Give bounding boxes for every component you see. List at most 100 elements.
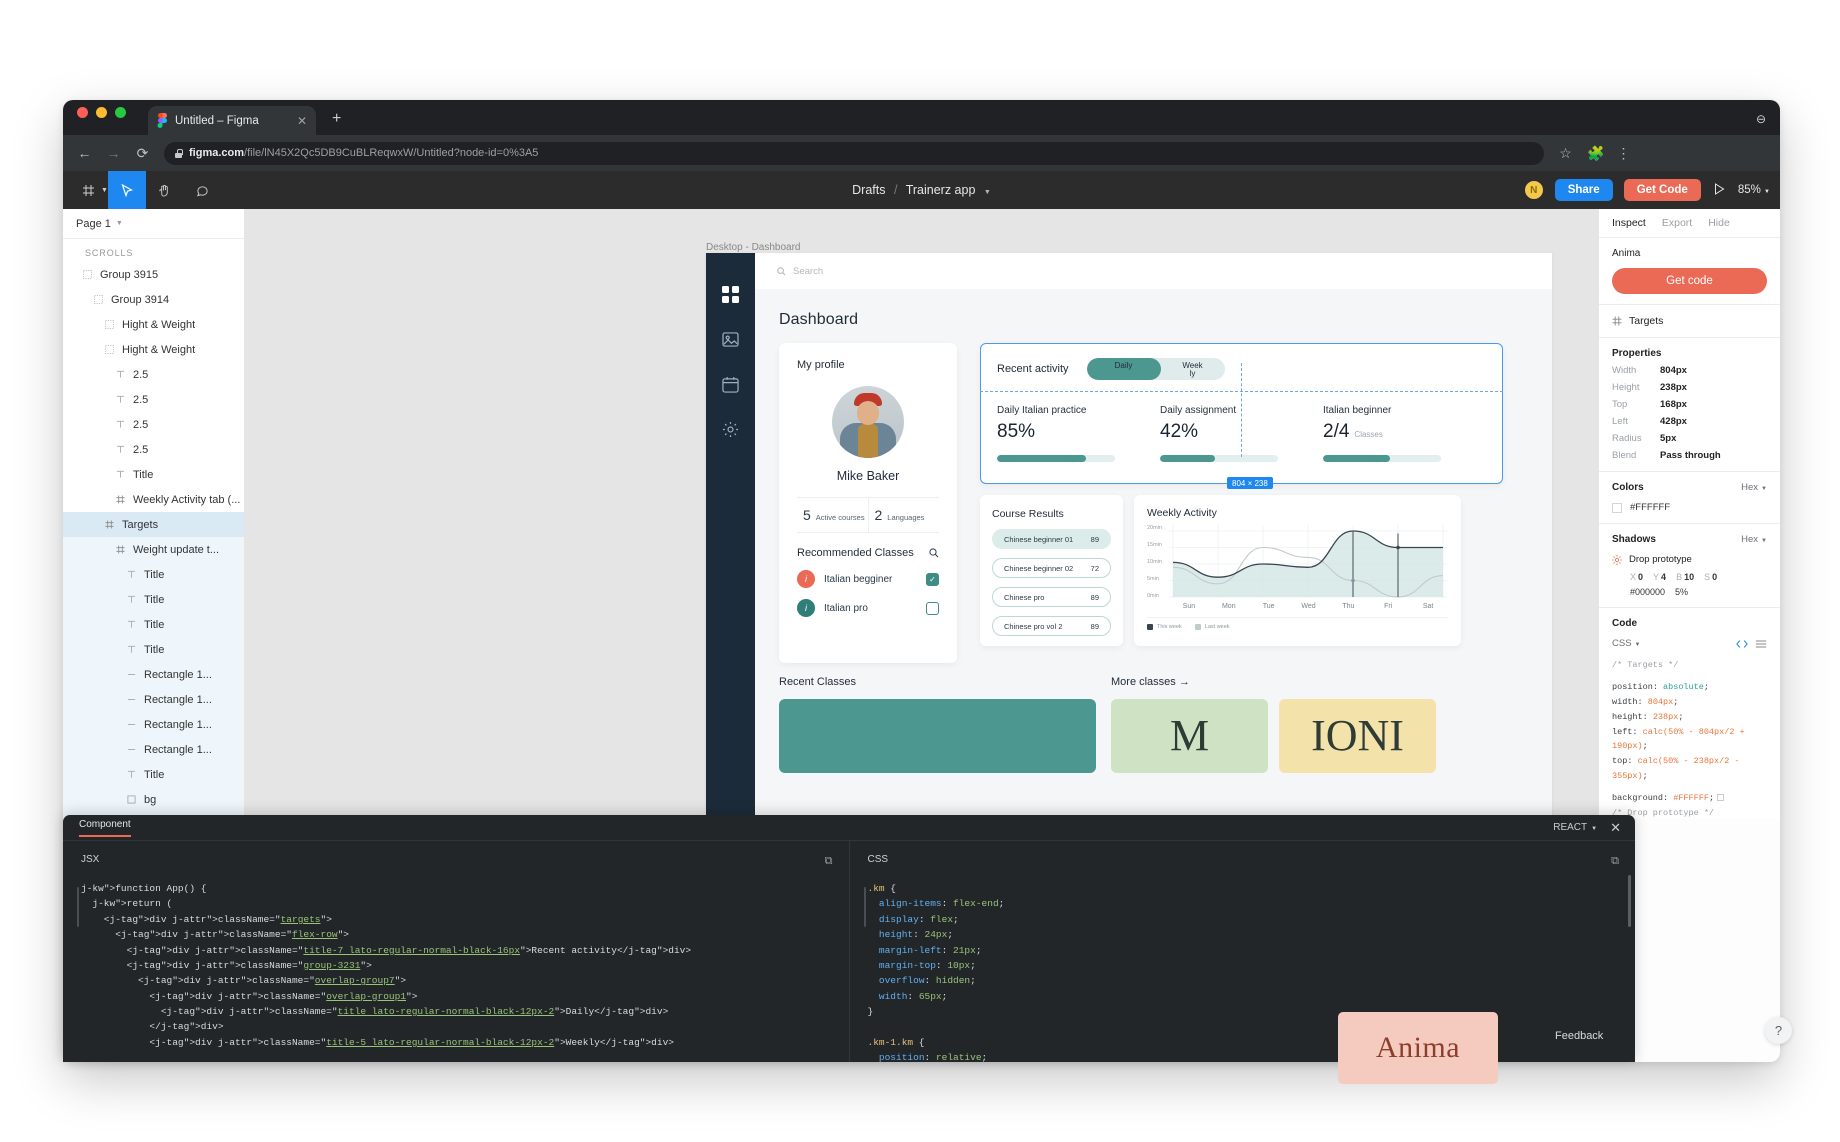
layer-item[interactable]: Targets [63, 512, 244, 537]
layer-item[interactable]: 2.5 [63, 362, 244, 387]
feedback-button[interactable]: Feedback [1555, 1030, 1603, 1042]
maximize-window-button[interactable] [115, 107, 126, 118]
course-result-row[interactable]: Chinese beginner 01 89 [992, 529, 1111, 549]
list-icon[interactable] [1755, 639, 1767, 649]
property-value[interactable]: 238px [1660, 382, 1687, 393]
back-icon[interactable]: ← [77, 145, 92, 161]
minimize-window-button[interactable] [96, 107, 107, 118]
figma-canvas[interactable]: Desktop - Dashboard Search Dashboard My … [245, 209, 1598, 819]
property-value[interactable]: 804px [1660, 365, 1687, 376]
layer-item[interactable]: Title [63, 637, 244, 662]
colors-format-select[interactable]: Hex ▼ [1741, 482, 1767, 493]
chevron-down-icon[interactable]: ▼ [101, 187, 108, 194]
shadows-format-select[interactable]: Hex ▼ [1741, 534, 1767, 545]
code-language-select[interactable]: CSS ▼ [1612, 638, 1641, 649]
browser-menu-icon[interactable]: ⋮ [1616, 145, 1631, 162]
browser-tab[interactable]: Untitled – Figma ✕ [148, 106, 316, 135]
search-input[interactable]: Search [777, 261, 1293, 281]
layer-item[interactable]: 2.5 [63, 387, 244, 412]
layer-item[interactable]: Weekly Activity tab (... [63, 487, 244, 512]
artboard-desktop-dashboard[interactable]: Search Dashboard My profile Mike Baker 5… [706, 253, 1552, 819]
chevron-down-icon[interactable]: ▼ [984, 189, 991, 196]
checkbox-unchecked[interactable] [926, 601, 939, 615]
property-value[interactable]: 168px [1660, 399, 1687, 410]
course-result-row[interactable]: Chinese pro vol 2 89 [992, 616, 1111, 636]
course-result-row[interactable]: Chinese beginner 02 72 [992, 558, 1111, 578]
layer-item[interactable]: Title [63, 762, 244, 787]
forward-icon[interactable]: → [106, 145, 121, 161]
tab-inspect[interactable]: Inspect [1612, 217, 1646, 229]
property-value[interactable]: 428px [1660, 416, 1687, 427]
css-code-block[interactable]: .km { align-items: flex-end; display: fl… [850, 865, 1636, 1062]
close-window-button[interactable] [77, 107, 88, 118]
copy-icon[interactable]: ⧉ [825, 855, 833, 868]
get-code-button[interactable]: Get Code [1623, 179, 1701, 201]
close-icon[interactable]: ✕ [297, 115, 307, 127]
class-thumbnail[interactable] [779, 699, 1096, 773]
layer-item[interactable]: Group 3914 [63, 287, 244, 312]
zoom-level[interactable]: 85% ▼ [1738, 184, 1770, 196]
layer-item[interactable]: Hight & Weight [63, 337, 244, 362]
jsx-code-block[interactable]: j-kw">function App() { j-kw">return ( <j… [63, 865, 849, 1050]
css-code-block[interactable]: /* Targets */ position: absolute; width:… [1612, 658, 1767, 819]
layer-item[interactable]: 2.5 [63, 412, 244, 437]
list-item[interactable]: i Italian pro [797, 599, 939, 617]
reload-icon[interactable]: ⟳ [135, 145, 150, 162]
layer-item[interactable]: Rectangle 1... [63, 737, 244, 762]
calendar-icon[interactable] [721, 375, 740, 394]
scrollbar-thumb[interactable] [1628, 875, 1631, 927]
property-value[interactable]: Pass through [1660, 450, 1721, 461]
new-tab-button[interactable]: + [332, 110, 341, 128]
checkbox-checked[interactable]: ✓ [926, 572, 939, 586]
move-tool-button[interactable] [107, 171, 146, 209]
layer-item[interactable]: Rectangle 1... [63, 662, 244, 687]
get-code-button[interactable]: Get code [1612, 268, 1767, 294]
copy-icon[interactable]: ⧉ [1611, 855, 1619, 868]
layer-item[interactable]: Rectangle 1... [63, 712, 244, 737]
layer-item[interactable]: Hight & Weight [63, 312, 244, 337]
course-result-row[interactable]: Chinese pro 89 [992, 587, 1111, 607]
more-classes-link[interactable]: More classes → [1111, 676, 1190, 688]
class-thumbnail[interactable]: M [1111, 699, 1268, 773]
layer-item[interactable]: 2.5 [63, 437, 244, 462]
layer-item[interactable]: Title [63, 562, 244, 587]
hand-tool-button[interactable] [146, 171, 184, 209]
layer-item[interactable]: Group 3915 [63, 262, 244, 287]
comment-tool-button[interactable] [184, 171, 222, 209]
framework-select[interactable]: REACT ▼ [1553, 822, 1597, 833]
class-thumbnail[interactable]: IONI [1279, 699, 1436, 773]
breadcrumb-file[interactable]: Trainerz app [906, 183, 976, 197]
search-icon[interactable] [929, 548, 939, 558]
url-bar[interactable]: figma.com/file/lN45X2Qc5DB9CuBLReqwxW/Un… [164, 141, 1544, 165]
tab-component[interactable]: Component [79, 819, 131, 837]
layer-item[interactable]: Weight update t... [63, 537, 244, 562]
present-play-icon[interactable] [1712, 182, 1727, 198]
toggle-option-weekly[interactable]: Weekly [1182, 358, 1204, 380]
list-item[interactable]: i Italian begginer ✓ [797, 570, 939, 588]
grid-icon[interactable] [721, 285, 740, 304]
share-button[interactable]: Share [1554, 179, 1613, 201]
bookmark-icon[interactable]: ☆ [1558, 145, 1573, 162]
layer-item[interactable]: bg [63, 787, 244, 812]
window-menu-icon[interactable]: ⊖ [1756, 112, 1766, 126]
breadcrumb-root[interactable]: Drafts [852, 183, 885, 197]
toggle-option-daily[interactable]: Daily [1113, 358, 1135, 380]
code-icon[interactable] [1736, 639, 1748, 649]
tab-hide[interactable]: Hide [1708, 217, 1730, 229]
daily-weekly-toggle[interactable]: Daily Weekly [1086, 358, 1225, 380]
layer-item[interactable]: Title [63, 612, 244, 637]
extension-icon[interactable]: 🧩 [1587, 145, 1604, 162]
color-swatch-row[interactable]: #FFFFFF [1612, 502, 1767, 513]
layer-item[interactable]: Title [63, 462, 244, 487]
close-icon[interactable]: ✕ [1610, 821, 1621, 834]
property-value[interactable]: 5px [1660, 433, 1676, 444]
tab-export[interactable]: Export [1662, 217, 1692, 229]
frame-label[interactable]: Desktop - Dashboard [706, 242, 801, 253]
gear-icon[interactable] [721, 420, 740, 439]
layer-item[interactable]: Rectangle 1... [63, 687, 244, 712]
help-icon[interactable]: ? [1765, 1017, 1792, 1044]
avatar[interactable]: N [1523, 180, 1544, 200]
layer-item[interactable]: Title [63, 587, 244, 612]
image-icon[interactable] [721, 330, 740, 349]
page-selector[interactable]: Page 1 ▼ [63, 209, 244, 239]
